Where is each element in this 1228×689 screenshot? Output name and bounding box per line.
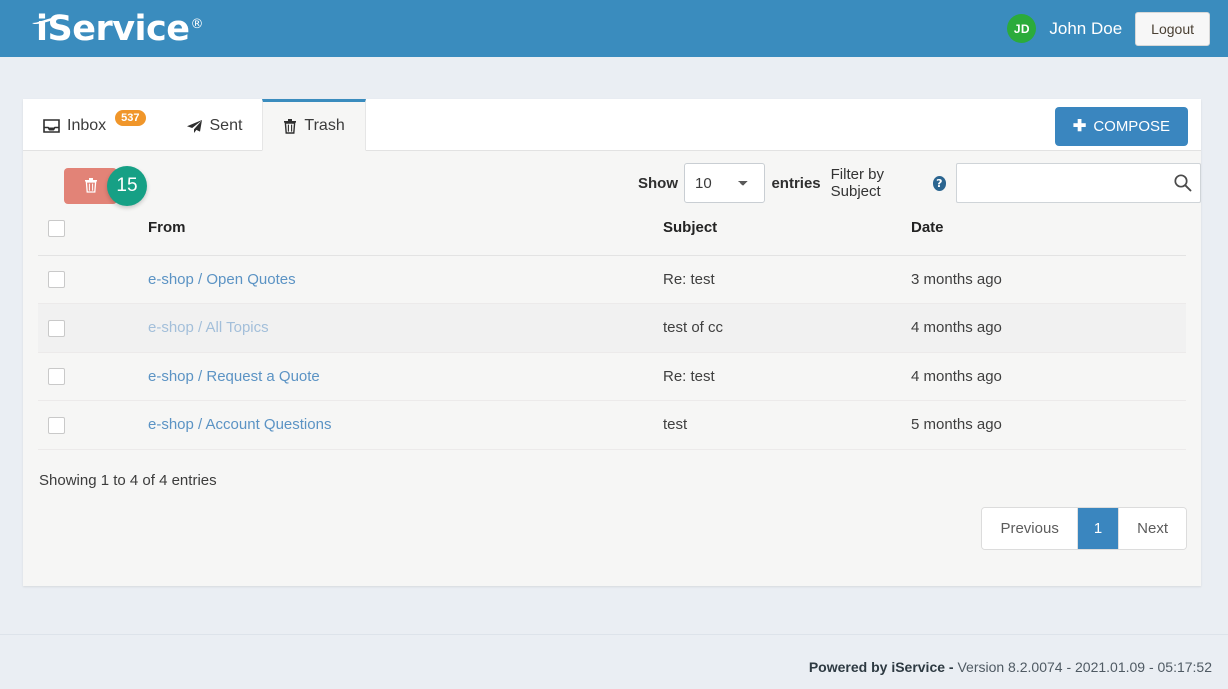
compose-button-label: COMPOSE — [1093, 118, 1170, 135]
column-header-subject[interactable]: Subject — [663, 213, 911, 256]
logout-button[interactable]: Logout — [1135, 11, 1210, 46]
top-header-bar: iService ® JD John Doe Logout — [0, 0, 1228, 57]
logo-text: iService — [36, 8, 190, 49]
trash-icon — [84, 177, 98, 196]
row-select-cell — [38, 255, 148, 305]
select-all-header — [38, 213, 148, 256]
row-checkbox[interactable] — [48, 416, 65, 434]
row-checkbox[interactable] — [48, 319, 65, 337]
table-row[interactable]: e-shop / All Topics test of cc 4 months … — [38, 303, 1186, 353]
select-all-checkbox[interactable] — [48, 219, 65, 237]
tab-trash-label: Trash — [304, 117, 345, 134]
row-date-cell: 4 months ago — [911, 352, 1186, 402]
entries-label: entries — [771, 174, 821, 192]
pagination-next-button[interactable]: Next — [1119, 508, 1186, 549]
row-checkbox[interactable] — [48, 368, 65, 386]
tab-sent[interactable]: Sent — [165, 99, 263, 150]
show-label: Show — [638, 174, 678, 192]
avatar: JD — [1007, 14, 1037, 43]
row-subject-cell: test of cc — [663, 303, 911, 353]
row-date-cell: 4 months ago — [911, 303, 1186, 353]
message-from-link[interactable]: e-shop / Account Questions — [148, 416, 331, 433]
row-from-cell: e-shop / All Topics — [148, 303, 663, 353]
pagination-page-1-button[interactable]: 1 — [1077, 508, 1120, 549]
trash-icon — [283, 118, 297, 134]
row-subject-cell: Re: test — [663, 352, 911, 402]
row-from-cell: e-shop / Account Questions — [148, 400, 663, 450]
search-field-wrapper — [956, 163, 1202, 203]
row-checkbox[interactable] — [48, 271, 65, 289]
table-header-row: From Subject Date — [38, 213, 1186, 256]
row-select-cell — [38, 352, 148, 402]
pagination-previous-button[interactable]: Previous — [982, 508, 1078, 549]
footer-divider — [0, 634, 1228, 635]
search-input[interactable] — [956, 163, 1202, 203]
footer-powered-by: Powered by iService - — [808, 659, 958, 675]
table-filters: Show 10 entries Filter by Subject ? — [638, 163, 1202, 203]
mailbox-card: Inbox 537 Sent Trash ✚ COMPOSE 15 Show 1… — [23, 99, 1202, 586]
row-date-cell: 3 months ago — [911, 255, 1186, 305]
row-subject-cell: test — [663, 400, 911, 450]
table-row[interactable]: e-shop / Account Questions test 5 months… — [38, 400, 1186, 450]
showing-entries-label: Showing 1 to 4 of 4 entries — [39, 471, 217, 489]
row-subject-cell: Re: test — [663, 255, 911, 305]
user-area: JD John Doe Logout — [1007, 11, 1210, 46]
row-from-cell: e-shop / Request a Quote — [148, 352, 663, 402]
table-row[interactable]: e-shop / Open Quotes Re: test 3 months a… — [38, 255, 1186, 305]
inbox-icon — [43, 118, 60, 134]
inbox-unread-badge: 537 — [115, 110, 146, 126]
entries-per-page-select[interactable]: 10 — [684, 163, 766, 203]
messages-table: From Subject Date e-shop / Open Quotes R… — [38, 213, 1186, 450]
row-select-cell — [38, 400, 148, 450]
row-select-cell — [38, 303, 148, 353]
question-mark-icon[interactable]: ? — [932, 175, 947, 191]
mailbox-tabbar: Inbox 537 Sent Trash ✚ COMPOSE — [23, 99, 1201, 151]
column-header-date[interactable]: Date — [911, 213, 1186, 256]
message-from-link[interactable]: e-shop / Open Quotes — [148, 271, 296, 288]
plus-icon: ✚ — [1072, 117, 1087, 135]
compose-button[interactable]: ✚ COMPOSE — [1054, 107, 1188, 146]
search-icon[interactable] — [1173, 173, 1192, 195]
footer: Powered by iService - Version 8.2.0074 -… — [0, 659, 1228, 675]
pagination: Previous 1 Next — [981, 507, 1187, 550]
messages-table-head: From Subject Date — [38, 213, 1186, 256]
footer-version: Version 8.2.0074 - 2021.01.09 - 05:17:52 — [957, 659, 1212, 675]
column-header-from[interactable]: From — [148, 213, 663, 256]
app-logo[interactable]: iService ® — [32, 8, 204, 49]
table-row[interactable]: e-shop / Request a Quote Re: test 4 mont… — [38, 352, 1186, 402]
tab-trash[interactable]: Trash — [262, 99, 366, 151]
filter-by-subject-label: Filter by Subject — [830, 166, 884, 200]
user-name-label: John Doe — [1049, 18, 1123, 38]
logo-registered-mark: ® — [190, 16, 204, 32]
messages-table-body: e-shop / Open Quotes Re: test 3 months a… — [38, 255, 1186, 450]
tab-sent-label: Sent — [209, 117, 243, 134]
tab-inbox-label: Inbox — [67, 117, 107, 134]
message-from-link[interactable]: e-shop / All Topics — [148, 319, 269, 336]
row-date-cell: 5 months ago — [911, 400, 1186, 450]
step-number-badge: 15 — [107, 166, 147, 206]
row-from-cell: e-shop / Open Quotes — [148, 255, 663, 305]
message-from-link[interactable]: e-shop / Request a Quote — [148, 368, 320, 385]
paper-plane-icon — [186, 119, 203, 134]
tab-inbox[interactable]: Inbox 537 — [23, 99, 166, 150]
